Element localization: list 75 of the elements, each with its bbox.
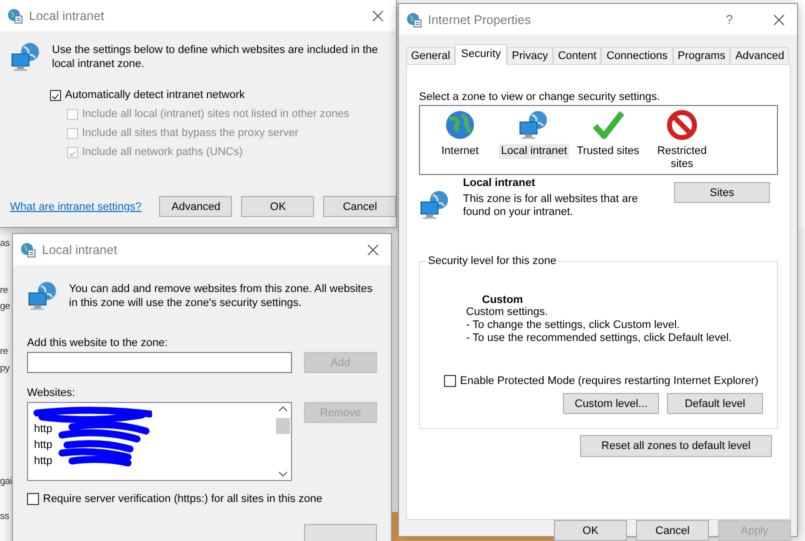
tab[interactable]: General (406, 47, 456, 64)
monitor-globe-icon (10, 41, 42, 73)
scroll-up-icon[interactable] (278, 406, 288, 412)
monitor-globe-icon (27, 280, 59, 312)
reset-button[interactable]: Reset all zones to default level (580, 435, 772, 457)
checkbox-label: Enable Protected Mode (requires restarting Internet Explorer) (460, 375, 758, 387)
websites-list[interactable]: http http http (27, 402, 292, 481)
close-icon[interactable] (367, 244, 379, 256)
globe-document-icon (20, 242, 36, 258)
tab[interactable]: Advanced (730, 47, 790, 64)
level-description: - To change the settings, click Custom level. (466, 319, 681, 332)
background-text: ss (0, 511, 9, 522)
background-text: py (0, 363, 10, 374)
background-text: ge (0, 301, 10, 312)
background-text: re (0, 285, 8, 296)
website-item[interactable]: http (34, 437, 269, 453)
dialog-button[interactable]: OK (241, 196, 314, 217)
zone-item[interactable]: Restricted sites (652, 144, 712, 172)
dialog-button[interactable]: Advanced (159, 196, 232, 217)
sites-button[interactable]: Sites (674, 182, 770, 203)
close-icon[interactable] (372, 10, 384, 22)
zone-item[interactable]: Internet (439, 144, 481, 159)
scrollbar-thumb[interactable] (276, 418, 290, 434)
checkbox-label: Automatically detect intranet network (65, 89, 245, 101)
checkbox[interactable] (27, 493, 39, 505)
monitor-globe-icon (419, 189, 451, 221)
zone-description: This zone is for all websites that are found on your intranet. (463, 193, 639, 219)
dialog-button[interactable]: OK (554, 520, 627, 541)
no-entry-icon (666, 109, 698, 141)
scroll-down-icon[interactable] (278, 471, 288, 477)
level-button[interactable]: Custom level... (563, 393, 659, 414)
field-label: Add this website to the zone: (27, 337, 169, 349)
dialog-button[interactable]: Cancel (636, 520, 709, 541)
zone-item[interactable]: Local intranet (498, 144, 570, 159)
website-item[interactable]: http (34, 421, 269, 437)
zone-title: Local intranet (463, 177, 536, 189)
checkbox-label: Include all sites that bypass the proxy server (82, 127, 298, 139)
background-text: gai (0, 476, 12, 487)
level-title: Custom (482, 294, 524, 306)
globe-document-icon (7, 8, 23, 24)
globe-document-icon (406, 12, 422, 28)
dialog-button[interactable]: Cancel (323, 196, 396, 217)
checkmark-icon (592, 109, 624, 141)
monitor-globe-icon (518, 109, 550, 141)
checkbox-label: Include all network paths (UNCs) (82, 146, 243, 158)
group-legend: Security level for this zone (426, 255, 558, 267)
level-button[interactable]: Default level (667, 393, 763, 414)
checkbox[interactable] (444, 375, 456, 387)
tab[interactable]: Privacy (506, 47, 553, 64)
level-description: - To use the recommended settings, click Default level. (466, 332, 733, 345)
website-input[interactable] (27, 352, 292, 373)
window-title: Local intranet (29, 8, 104, 22)
website-item[interactable]: http (34, 453, 269, 469)
tab[interactable]: Connections (601, 47, 673, 64)
background-text: as (0, 238, 10, 249)
globe-icon (444, 109, 476, 141)
tab[interactable]: Security (455, 44, 507, 65)
checkbox[interactable] (50, 90, 61, 100)
tab[interactable]: Content (552, 47, 602, 64)
scrollbar[interactable] (275, 403, 291, 480)
description-text: You can add and remove websites from this zone. All websites in this zone will use the zone's security settings. (69, 282, 374, 310)
help-button[interactable]: ? (726, 12, 733, 27)
level-description: Custom settings. (466, 306, 549, 319)
tab[interactable]: Programs (672, 47, 730, 64)
help-link[interactable]: What are intranet settings? (10, 200, 142, 212)
window-title: Internet Properties (428, 12, 531, 26)
zone-item[interactable]: Trusted sites (574, 144, 642, 159)
field-label: Websites: (27, 387, 76, 399)
window-title: Local intranet (42, 242, 118, 256)
checkbox-label: Include all local (intranet) sites not listed in other zones (82, 108, 350, 120)
close-icon[interactable] (773, 14, 785, 26)
background-text: re (0, 346, 8, 357)
checkbox-label: Require server verification (https:) for all sites in this zone (43, 493, 322, 505)
description-text: Use the settings below to define which websites are included in the local intranet zone. (52, 43, 379, 71)
instruction-text: Select a zone to view or change security settings. (419, 91, 661, 103)
